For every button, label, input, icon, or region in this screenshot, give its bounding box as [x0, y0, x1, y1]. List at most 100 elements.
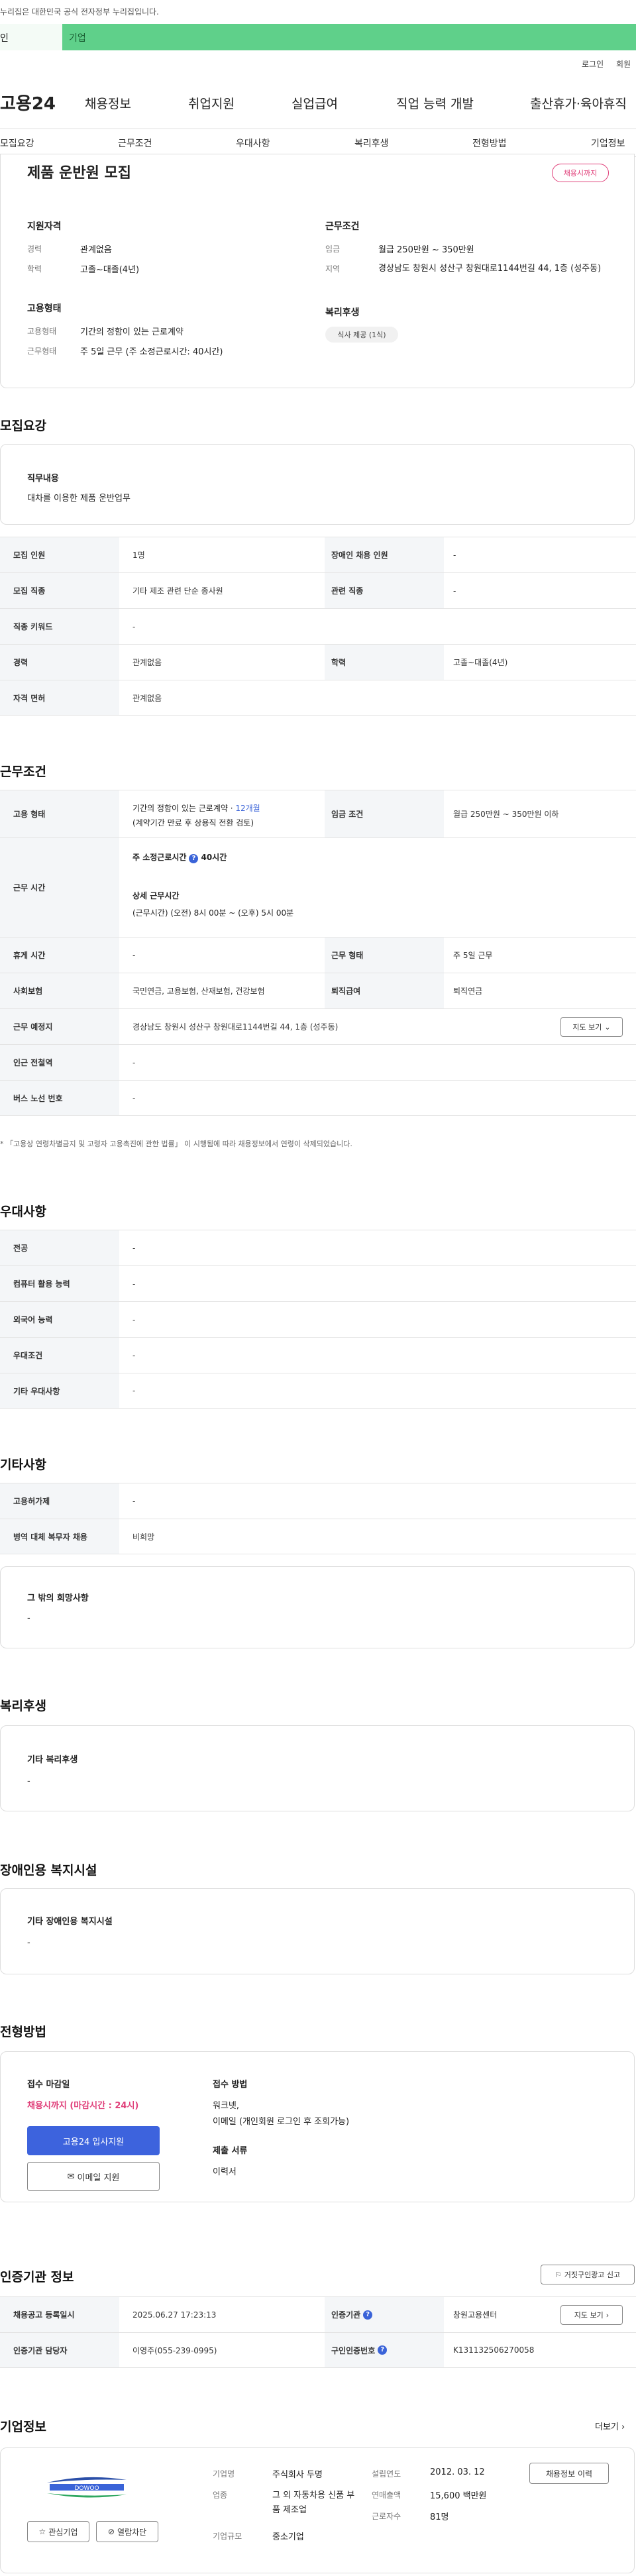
table-row: 전공 - — [0, 1230, 636, 1265]
row-label: 외국어 능력 — [0, 1302, 119, 1337]
row-label: 근무 예정지 — [0, 1009, 119, 1044]
tab-individual[interactable]: 인 — [0, 24, 62, 50]
apply-button[interactable]: 고용24 입사지원 — [27, 2126, 160, 2155]
subnav-selection[interactable]: 전형방법 — [472, 136, 507, 150]
cond-label: 임금 — [325, 244, 341, 254]
row-label: 장애인 채용 인원 — [325, 537, 444, 572]
disability-label: 기타 장애인용 복지시설 — [27, 1917, 113, 1927]
section-title: 모집요강 — [0, 419, 46, 433]
row-value: 퇴직연금 — [453, 987, 483, 996]
favorite-company-button[interactable]: ☆ 관심기업 — [27, 2521, 89, 2542]
row-value: - — [132, 1057, 136, 1067]
table-row: 컴퓨터 활용 능력 - — [0, 1265, 636, 1301]
cond-heading: 근무조건 — [325, 221, 360, 232]
table-row: 사회보험 국민연금, 고용보험, 산재보험, 건강보험 퇴직급여 퇴직연금 — [0, 973, 636, 1008]
row-label: 모집 직종 — [0, 573, 119, 608]
company-field-label: 업종 — [213, 2491, 228, 2500]
gnb-parental-leave[interactable]: 출산휴가·육아휴직 — [530, 94, 627, 112]
weekly-hours: 주 소정근로시간? 40시간 — [132, 851, 227, 863]
age-footnote: * 「고용상 연령차별금지 및 고령자 고용촉진에 관한 법률」 이 시행됨에 … — [0, 1140, 352, 1148]
qual-heading: 지원자격 — [27, 221, 62, 232]
block-icon: ⊘ — [107, 2527, 115, 2536]
table-row: 근무 시간 주 소정근로시간? 40시간 상세 근무시간 (근무시간) (오전) … — [0, 837, 636, 937]
company-field-label: 설립연도 — [372, 2469, 401, 2479]
section-title: 장애인용 복지시설 — [0, 1863, 97, 1878]
qual-value: 관계없음 — [80, 245, 112, 255]
table-row: 기타 우대사항 - — [0, 1373, 636, 1409]
row-label: 인근 전철역 — [0, 1045, 119, 1080]
disability-card: 기타 장애인용 복지시설 - — [0, 1888, 635, 1974]
logo-text: DOWOO — [74, 2485, 99, 2492]
welfare-tag: 식사 제공 (1식) — [325, 327, 398, 343]
contract-months: 12개월 — [235, 804, 260, 813]
row-value: - — [132, 1496, 136, 1506]
row-label: 경력 — [0, 645, 119, 680]
email-apply-button[interactable]: ✉ 이메일 지원 — [27, 2162, 160, 2191]
signup-link[interactable]: 회원 — [616, 58, 631, 70]
cert-map-button[interactable]: 지도 보기 › — [560, 2305, 623, 2325]
mail-icon: ✉ — [67, 2171, 75, 2182]
gnb-jobs[interactable]: 채용정보 — [85, 94, 131, 112]
more-link[interactable]: 더보기 › — [595, 2420, 625, 2432]
login-link[interactable]: 로그인 — [582, 58, 604, 70]
table-row: 직종 키워드 - — [0, 608, 636, 644]
info-icon[interactable]: ? — [189, 854, 199, 863]
table-row: 우대조건 - — [0, 1337, 636, 1373]
row-value: 이영주(055-239-0995) — [132, 2345, 217, 2355]
row-value: 국민연금, 고용보험, 산재보험, 건강보험 — [132, 987, 265, 996]
report-button[interactable]: ⚐ 거짓구인광고 신고 — [541, 2265, 635, 2284]
row-label: 휴게 시간 — [0, 938, 119, 973]
history-button[interactable]: 채용정보 이력 — [529, 2463, 609, 2484]
company-field-value: 15,600 백만원 — [430, 2491, 487, 2501]
row-label: 기타 우대사항 — [0, 1373, 119, 1408]
row-label: 컴퓨터 활용 능력 — [0, 1266, 119, 1301]
section-title: 우대사항 — [0, 1205, 46, 1219]
email-apply-label: 이메일 지원 — [77, 2173, 120, 2183]
subnav-company[interactable]: 기업정보 — [591, 136, 625, 150]
duty-label: 직무내용 — [27, 474, 59, 484]
row-value: - — [132, 1350, 136, 1360]
row-value: 경상남도 창원시 성산구 창원대로1144번길 44, 1층 (성주동) — [132, 1022, 339, 1032]
row-label: 관련 직종 — [325, 573, 444, 608]
info-icon[interactable]: ? — [378, 2345, 388, 2355]
block-view-button[interactable]: ⊘ 열람차단 — [96, 2521, 158, 2542]
weekly-hours-label: 주 소정근로시간 — [132, 853, 187, 862]
docs-label: 제출 서류 — [213, 2146, 248, 2156]
table-row: 채용공고 등록일시 2025.06.27 17:23:13 인증기관? 창원고용… — [0, 2296, 636, 2332]
site-logo[interactable]: 고용24 — [0, 90, 56, 115]
gnb-vocational-training[interactable]: 직업 능력 개발 — [396, 94, 474, 112]
subnav-work-conditions[interactable]: 근무조건 — [118, 136, 152, 150]
company-field-value: 그 외 자동차용 신품 부품 제조업 — [272, 2491, 355, 2515]
section-title: 복리후생 — [0, 1699, 46, 1713]
row-label: 인증기관? — [325, 2297, 444, 2332]
subnav-preferred[interactable]: 우대사항 — [236, 136, 270, 150]
row-value: - — [132, 621, 136, 631]
disability-value: - — [27, 1938, 30, 1948]
gnb-unemployment-benefit[interactable]: 실업급여 — [292, 94, 338, 112]
deadline-value: 채용시까지 (마감시간 : 24시) — [27, 2101, 139, 2111]
row-label: 채용공고 등록일시 — [0, 2297, 119, 2332]
job-title: 제품 운반원 모집 — [27, 165, 131, 182]
cert-map-label: 지도 보기 — [574, 2311, 604, 2320]
gnb-employment-support[interactable]: 취업지원 — [188, 94, 235, 112]
subnav-welfare[interactable]: 복리후생 — [354, 136, 389, 150]
row-value: 월급 250만원 ~ 350만원 이하 — [453, 810, 559, 819]
company-field-value: 81명 — [430, 2512, 449, 2522]
table-row: 경력 관계없음 학력 고졸~대졸(4년) — [0, 644, 636, 680]
tab-company[interactable]: 기업 — [69, 31, 86, 44]
info-icon[interactable]: ? — [363, 2310, 373, 2320]
row-value: - — [132, 950, 136, 960]
map-button[interactable]: 지도 보기 ⌄ — [560, 1017, 623, 1037]
emp-label: 고용형태 — [27, 327, 57, 336]
company-logo: DOWOO — [40, 2472, 133, 2501]
summary-card: 제품 운반원 모집 채용시까지 지원자격 경력 관계없음 학력 고졸~대졸(4년… — [0, 154, 635, 388]
welfare-value: - — [27, 1776, 30, 1786]
subnav-recruit[interactable]: 모집요강 — [0, 136, 34, 150]
row-label: 근무 형태 — [325, 938, 444, 973]
weekly-hours-value: 40시간 — [201, 853, 227, 862]
row-label: 자격 면허 — [0, 680, 119, 715]
row-label: 고용허가제 — [0, 1483, 119, 1519]
welfare-label: 기타 복리후생 — [27, 1755, 78, 1765]
cond-label: 지역 — [325, 264, 341, 274]
emp-value: 주 5일 근무 (주 소정근로시간: 40시간) — [80, 347, 223, 357]
